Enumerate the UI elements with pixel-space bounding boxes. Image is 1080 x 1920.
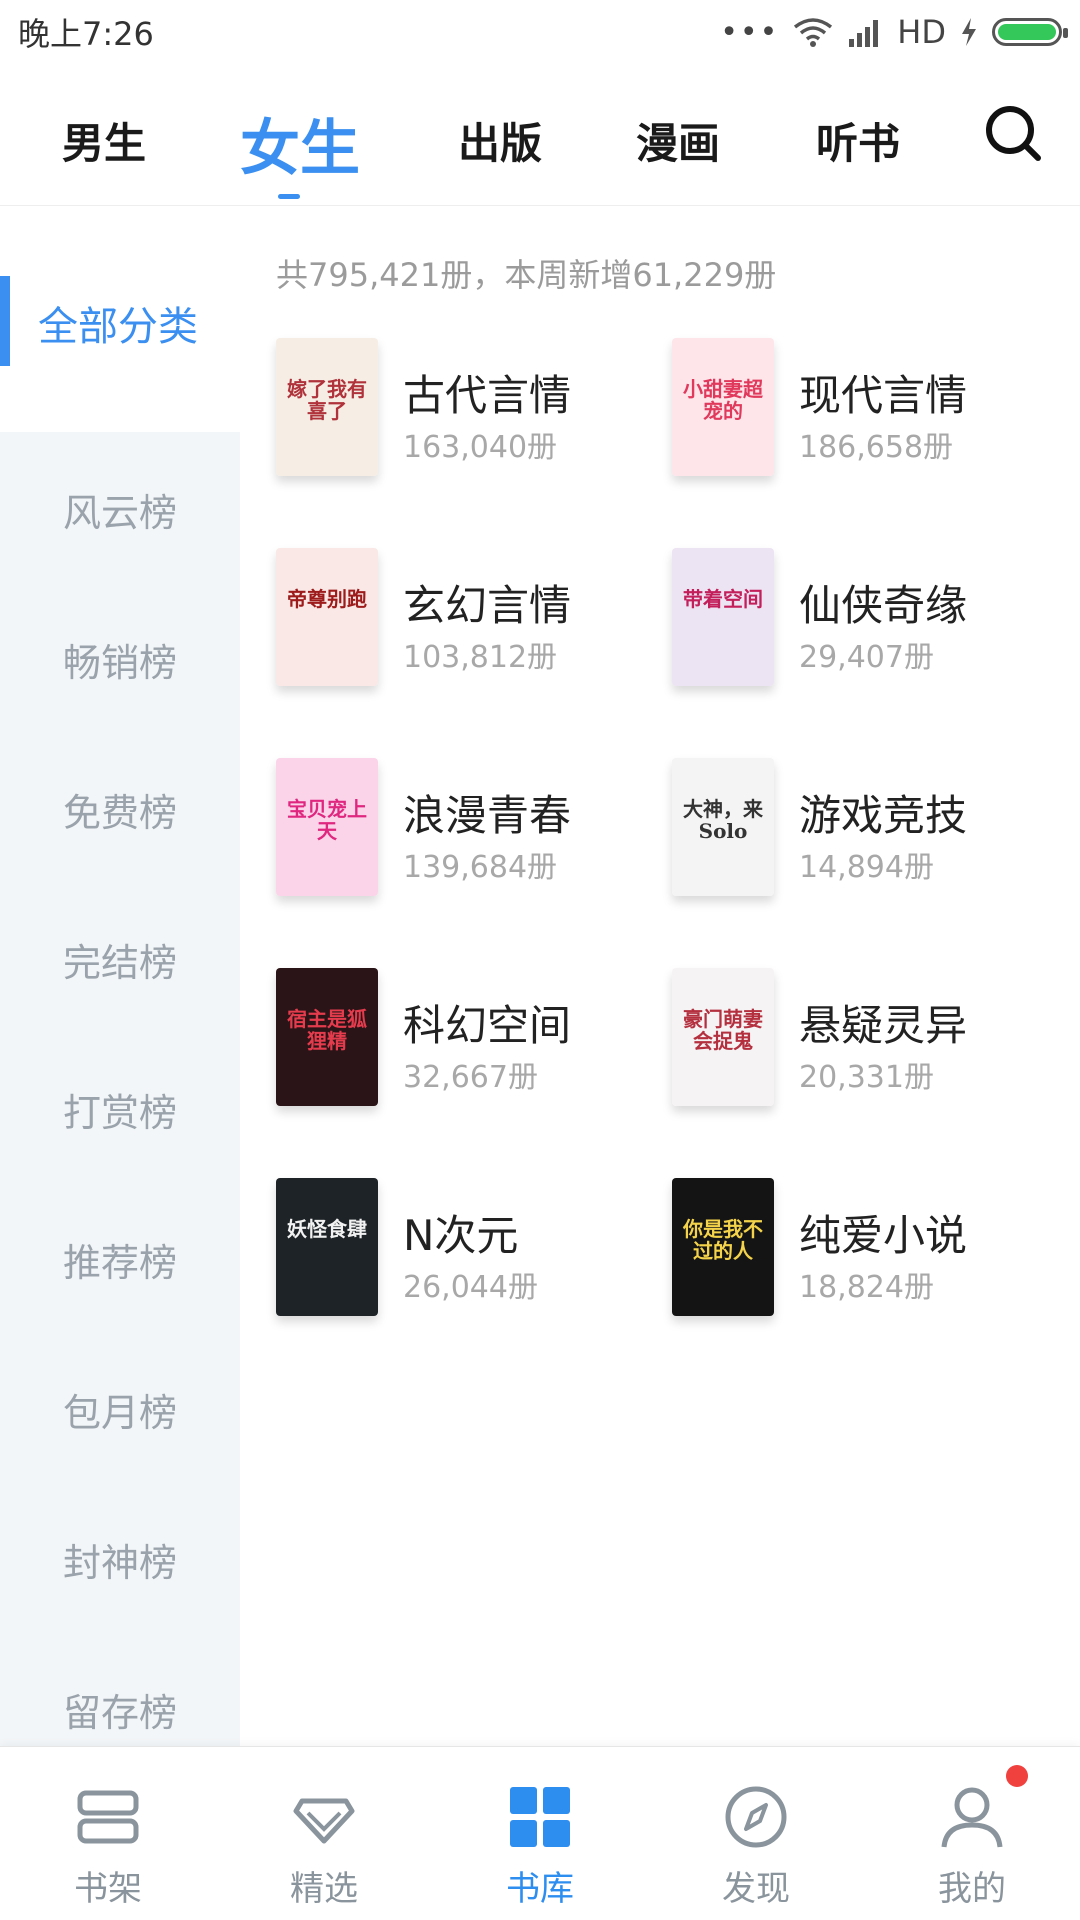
category-card[interactable]: 宿主是狐狸精 科幻空间 32,667册 — [276, 968, 656, 1118]
category-card[interactable]: 大神，来Solo 游戏竞技 14,894册 — [672, 758, 1052, 908]
status-icons: ••• HD — [720, 13, 1068, 51]
signal-icon — [849, 20, 879, 47]
category-count: 26,044册 — [403, 1270, 538, 1305]
category-name: 仙侠奇缘 — [799, 581, 968, 630]
category-card[interactable]: 嫁了我有喜了 古代言情 163,040册 — [276, 338, 656, 488]
tab-publishing[interactable]: 出版 — [458, 110, 542, 171]
category-card[interactable]: 豪门萌妻会捉鬼 悬疑灵异 20,331册 — [672, 968, 1052, 1118]
tab-female[interactable]: 女生 — [240, 100, 360, 199]
book-cover: 豪门萌妻会捉鬼 — [672, 968, 774, 1106]
catalog-summary: 共795,421册，本周新增61,229册 — [276, 256, 777, 294]
sidebar-item-recommended[interactable]: 推荐榜 — [0, 1204, 240, 1314]
notification-badge — [1006, 1765, 1028, 1787]
category-count: 29,407册 — [799, 640, 934, 675]
category-count: 20,331册 — [799, 1060, 934, 1095]
nav-discover[interactable]: 发现 — [648, 1747, 864, 1920]
book-cover: 宝贝宠上天 — [276, 758, 378, 896]
nav-featured[interactable]: 精选 — [216, 1747, 432, 1920]
battery-icon — [992, 18, 1068, 46]
cover-title: 帝尊别跑 — [287, 587, 367, 611]
sidebar-item-all-categories[interactable]: 全部分类 — [0, 206, 240, 432]
cover-title: 豪门萌妻会捉鬼 — [683, 1007, 763, 1053]
tab-comics[interactable]: 漫画 — [636, 110, 720, 171]
nav-bookshelf[interactable]: 书架 — [0, 1747, 216, 1920]
tab-male[interactable]: 男生 — [62, 110, 146, 171]
sidebar-item-popularity[interactable]: 风云榜 — [0, 454, 240, 564]
nav-label: 书库 — [506, 1869, 574, 1909]
cover-title: 大神，来Solo — [683, 797, 763, 843]
tab-audiobooks[interactable]: 听书 — [816, 110, 900, 171]
nav-label: 书架 — [74, 1869, 142, 1909]
sidebar-item-tips[interactable]: 打赏榜 — [0, 1054, 240, 1164]
category-name: 游戏竞技 — [799, 791, 968, 840]
nav-label: 精选 — [290, 1869, 358, 1909]
top-tabs: 男生 女生 出版 漫画 听书 — [0, 78, 1080, 206]
cover-title: 宿主是狐狸精 — [287, 1007, 367, 1053]
sidebar-item-completed[interactable]: 完结榜 — [0, 904, 240, 1014]
sidebar-item-bestseller[interactable]: 畅销榜 — [0, 604, 240, 714]
cover-title: 嫁了我有喜了 — [287, 377, 367, 423]
grid-icon — [510, 1787, 570, 1847]
cover-title: 妖怪食肆 — [287, 1217, 367, 1241]
nav-label: 发现 — [722, 1869, 790, 1909]
book-cover: 带着空间 — [672, 548, 774, 686]
sidebar-item-label: 全部分类 — [38, 304, 198, 350]
cover-bg — [276, 548, 378, 686]
sidebar-item-free[interactable]: 免费榜 — [0, 754, 240, 864]
category-card[interactable]: 宝贝宠上天 浪漫青春 139,684册 — [276, 758, 656, 908]
status-bar: 晚上7:26 ••• HD — [0, 0, 1080, 64]
category-name: 浪漫青春 — [403, 791, 572, 840]
sidebar-item-monthly[interactable]: 包月榜 — [0, 1354, 240, 1464]
book-cover: 大神，来Solo — [672, 758, 774, 896]
book-cover: 宿主是狐狸精 — [276, 968, 378, 1106]
search-icon[interactable] — [984, 104, 1042, 162]
cover-title: 你是我不过的人 — [683, 1217, 763, 1263]
category-sidebar: 全部分类 风云榜 畅销榜 免费榜 完结榜 打赏榜 推荐榜 包月榜 封神榜 留存榜 — [0, 206, 240, 1746]
diamond-icon — [293, 1798, 355, 1844]
category-name: 纯爱小说 — [799, 1211, 968, 1260]
more-dots-icon: ••• — [720, 14, 780, 50]
book-cover: 你是我不过的人 — [672, 1178, 774, 1316]
book-cover: 妖怪食肆 — [276, 1178, 378, 1316]
bookshelf-icon — [77, 1790, 139, 1844]
cover-bg — [672, 548, 774, 686]
network-type: HD — [897, 13, 946, 51]
category-card[interactable]: 妖怪食肆 N次元 26,044册 — [276, 1178, 656, 1328]
category-count: 186,658册 — [799, 430, 954, 465]
cover-title: 小甜妻超宠的 — [683, 377, 763, 423]
category-card[interactable]: 带着空间 仙侠奇缘 29,407册 — [672, 548, 1052, 698]
cover-bg — [276, 1178, 378, 1316]
category-count: 18,824册 — [799, 1270, 934, 1305]
category-name: 玄幻言情 — [403, 581, 572, 630]
user-icon — [941, 1787, 1003, 1848]
book-cover: 小甜妻超宠的 — [672, 338, 774, 476]
cover-title: 宝贝宠上天 — [287, 797, 367, 843]
category-card[interactable]: 小甜妻超宠的 现代言情 186,658册 — [672, 338, 1052, 488]
book-cover: 帝尊别跑 — [276, 548, 378, 686]
category-name: 悬疑灵异 — [799, 1001, 968, 1050]
bottom-navigation: 书架 精选 书库 发现 我的 — [0, 1746, 1080, 1920]
compass-icon — [725, 1786, 787, 1848]
category-count: 14,894册 — [799, 850, 934, 885]
status-time: 晚上7:26 — [18, 15, 154, 53]
category-name: N次元 — [403, 1211, 519, 1260]
sidebar-item-legend[interactable]: 封神榜 — [0, 1504, 240, 1614]
category-name: 古代言情 — [403, 371, 572, 420]
nav-label: 我的 — [938, 1869, 1006, 1909]
book-cover: 嫁了我有喜了 — [276, 338, 378, 476]
category-count: 139,684册 — [403, 850, 558, 885]
category-card[interactable]: 帝尊别跑 玄幻言情 103,812册 — [276, 548, 656, 698]
charging-icon — [962, 18, 976, 46]
category-count: 163,040册 — [403, 430, 558, 465]
nav-profile[interactable]: 我的 — [864, 1747, 1080, 1920]
wifi-icon — [794, 18, 833, 47]
sidebar-active-indicator — [0, 276, 10, 366]
category-name: 现代言情 — [799, 371, 968, 420]
category-name: 科幻空间 — [403, 1001, 572, 1050]
category-count: 103,812册 — [403, 640, 558, 675]
nav-library[interactable]: 书库 — [432, 1747, 648, 1920]
cover-title: 带着空间 — [683, 587, 763, 611]
category-count: 32,667册 — [403, 1060, 538, 1095]
category-card[interactable]: 你是我不过的人 纯爱小说 18,824册 — [672, 1178, 1052, 1328]
